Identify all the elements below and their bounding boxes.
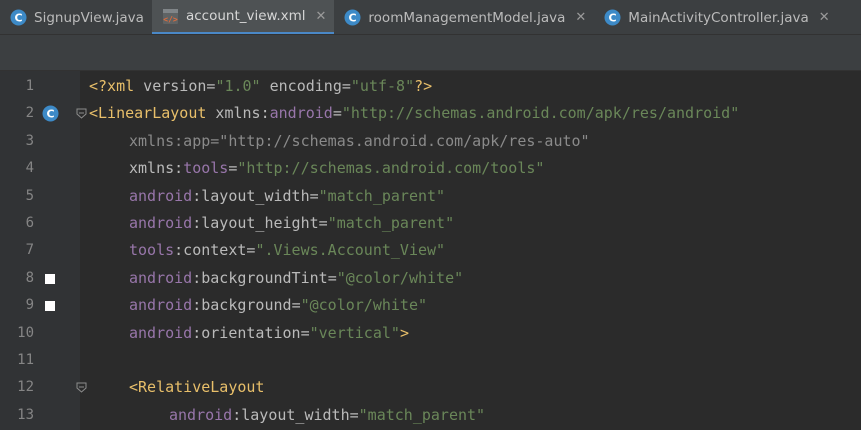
code-line: 8 android:backgroundTint="@color/white": [0, 265, 861, 292]
code-text: android:backgroundTint="@color/white": [129, 268, 464, 287]
close-icon[interactable]: ✕: [316, 9, 327, 24]
code-line: 3 xmlns:app="http://schemas.android.com/…: [0, 128, 861, 155]
line-number: 4: [25, 160, 34, 177]
class-reference-icon[interactable]: C: [42, 105, 59, 122]
color-swatch-icon[interactable]: [45, 273, 55, 284]
code-editor[interactable]: 1 <?xml version="1.0" encoding="utf-8"?>…: [0, 71, 861, 430]
svg-text:C: C: [609, 12, 617, 25]
tab-mainactivitycontroller-java[interactable]: C MainActivityController.java ✕: [594, 0, 837, 34]
code-line: 4 xmlns:tools="http://schemas.android.co…: [0, 155, 861, 182]
line-number: 8: [25, 269, 34, 286]
line-number: 13: [17, 406, 34, 423]
line-number: 11: [17, 352, 34, 368]
code-text: android:layout_width="match_parent": [169, 405, 486, 424]
tab-label: account_view.xml: [185, 8, 306, 24]
close-icon[interactable]: ✕: [819, 10, 830, 25]
code-line: 13 android:layout_width="match_parent": [0, 402, 861, 429]
fold-icon[interactable]: [76, 382, 87, 394]
line-number: 9: [25, 297, 34, 314]
code-line: 2 C <LinearLayout xmlns:android="http://…: [0, 100, 861, 127]
tab-roommanagementmodel-java[interactable]: C roomManagementModel.java ✕: [334, 0, 594, 34]
code-line: 12 <RelativeLayout: [0, 374, 861, 401]
line-number: 6: [25, 215, 34, 231]
svg-text:C: C: [349, 12, 357, 25]
editor-toolbar: [0, 35, 861, 71]
code-line: 5 android:layout_width="match_parent": [0, 183, 861, 210]
code-line: 7 tools:context=".Views.Account_View": [0, 237, 861, 264]
line-number: 2: [25, 105, 34, 122]
code-text: xmlns:app="http://schemas.android.com/ap…: [129, 131, 590, 150]
xml-layout-icon: </>: [162, 8, 178, 24]
svg-text:C: C: [46, 108, 54, 121]
java-class-icon: C: [344, 9, 361, 26]
line-number: 10: [17, 324, 34, 341]
line-number: 1: [25, 78, 34, 94]
line-number: 3: [25, 132, 34, 149]
code-text: android:orientation="vertical">: [129, 323, 409, 342]
color-swatch-icon[interactable]: [45, 301, 55, 312]
tab-signupview-java[interactable]: C SignupView.java: [0, 0, 152, 34]
tab-label: SignupView.java: [34, 9, 144, 26]
tab-label: roomManagementModel.java: [368, 9, 566, 26]
code-line: 10 android:orientation="vertical">: [0, 320, 861, 347]
close-icon[interactable]: ✕: [575, 10, 586, 25]
editor-tab-bar: C SignupView.java </> account_view.xml ✕…: [0, 0, 861, 35]
line-number: 5: [25, 187, 34, 204]
code-line: 6 android:layout_height="match_parent": [0, 210, 861, 237]
code-line: 11: [0, 347, 861, 374]
line-number: 12: [17, 379, 34, 396]
code-text: android:background="@color/white": [129, 296, 428, 315]
svg-text:</>: </>: [163, 15, 178, 24]
code-text: <RelativeLayout: [129, 378, 265, 397]
code-text: <?xml version="1.0" encoding="utf-8"?>: [89, 77, 433, 95]
code-line: 1 <?xml version="1.0" encoding="utf-8"?>: [0, 73, 861, 100]
code-text: tools:context=".Views.Account_View": [129, 241, 446, 260]
code-text: android:layout_height="match_parent": [129, 214, 455, 232]
code-text: <LinearLayout xmlns:android="http://sche…: [89, 104, 740, 123]
tab-label: MainActivityController.java: [628, 9, 809, 26]
tab-account-view-xml[interactable]: </> account_view.xml ✕: [151, 0, 335, 34]
code-line: 9 android:background="@color/white": [0, 292, 861, 319]
code-text: android:layout_width="match_parent": [129, 186, 446, 205]
svg-text:C: C: [14, 12, 22, 25]
line-number: 7: [25, 242, 34, 259]
java-class-icon: C: [10, 9, 27, 26]
code-text: xmlns:tools="http://schemas.android.com/…: [129, 159, 545, 178]
java-class-icon: C: [604, 9, 621, 26]
fold-icon[interactable]: [76, 108, 87, 120]
